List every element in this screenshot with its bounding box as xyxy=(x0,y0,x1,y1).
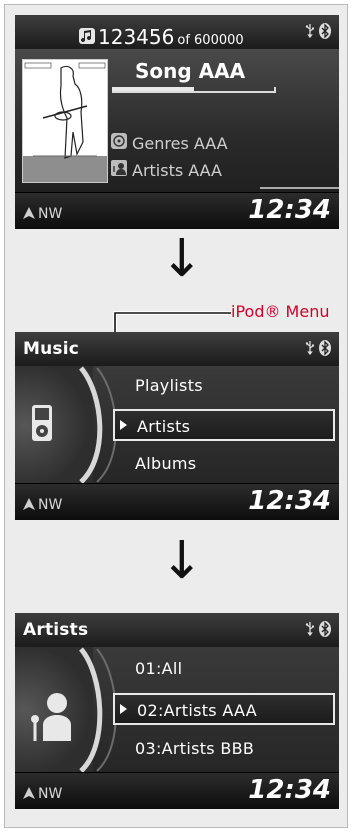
menu-content: 01:All 02:Artists AAA 03:Artists BBB xyxy=(15,647,339,773)
status-bar: 123456 of 600000 xyxy=(15,15,339,49)
menu-item-label: Playlists xyxy=(135,376,203,395)
bottom-bar: NW 12:34 xyxy=(15,483,339,520)
artist-row: Artists AAA xyxy=(111,160,222,180)
artists-menu-screen: Artists 01:All 02:Artists AAA 03:Artists… xyxy=(15,613,339,809)
usb-icon xyxy=(305,621,315,637)
bluetooth-icon xyxy=(319,621,331,637)
progress-bar xyxy=(112,87,276,94)
menu-item-playlists[interactable]: Playlists xyxy=(125,370,335,402)
compass: NW xyxy=(23,204,62,223)
ipod-icon xyxy=(31,404,53,446)
compass-heading: NW xyxy=(38,205,63,222)
menu-item-albums[interactable]: Albums xyxy=(125,448,335,480)
menu-content: Playlists Artists Albums xyxy=(15,366,339,484)
clock: 12:34 xyxy=(248,775,331,805)
menu-item-label: 02:Artists AAA xyxy=(137,701,257,720)
genre-row: Genres AAA xyxy=(111,133,228,153)
bluetooth-icon xyxy=(319,23,331,39)
menu-item-label: Albums xyxy=(135,454,197,473)
bluetooth-icon xyxy=(319,340,331,356)
menu-item-artists[interactable]: Artists xyxy=(113,409,335,441)
menu-item-artists-bbb[interactable]: 03:Artists BBB xyxy=(125,733,335,765)
compass: NW xyxy=(23,495,62,514)
compass-heading: NW xyxy=(38,496,63,513)
artist-label: Artists AAA xyxy=(132,160,222,180)
callout-label: iPod® Menu xyxy=(231,302,330,321)
down-arrow-icon: ↓ xyxy=(160,531,204,591)
compass: NW xyxy=(23,784,62,803)
menu-item-all[interactable]: 01:All xyxy=(125,653,335,685)
clock: 12:34 xyxy=(248,195,331,225)
genre-label: Genres AAA xyxy=(132,133,228,153)
now-playing-screen: 123456 of 600000 Song AAA Genres AAA Art… xyxy=(15,15,339,229)
track-number: 123456 xyxy=(98,25,175,49)
selection-arrow-icon xyxy=(120,704,127,714)
music-menu-screen: Music Playlists Artists Albums NW 12:34 xyxy=(15,332,339,520)
selection-arrow-icon xyxy=(120,420,127,430)
track-counter: 123456 of 600000 xyxy=(79,25,244,49)
menu-item-label: 03:Artists BBB xyxy=(135,739,255,758)
title-bar: Music xyxy=(15,332,339,366)
bottom-bar: NW 12:34 xyxy=(15,192,339,229)
usb-icon xyxy=(305,340,315,356)
menu-item-label: Artists xyxy=(137,417,191,436)
compass-heading: NW xyxy=(38,785,63,802)
album-art xyxy=(22,59,108,183)
person-microphone-icon xyxy=(27,691,75,745)
song-title: Song AAA xyxy=(135,59,246,83)
artist-icon xyxy=(111,160,127,180)
bottom-bar: NW 12:34 xyxy=(15,772,339,809)
genre-icon xyxy=(111,133,127,153)
clock: 12:34 xyxy=(248,486,331,516)
menu-item-label: 01:All xyxy=(135,659,183,678)
music-note-icon xyxy=(79,28,95,48)
divider xyxy=(260,187,339,189)
compass-arrow-icon xyxy=(23,784,35,803)
track-total: of 600000 xyxy=(177,33,244,48)
screen-title: Music xyxy=(23,339,80,359)
menu-item-artists-aaa[interactable]: 02:Artists AAA xyxy=(113,693,335,725)
down-arrow-icon: ↓ xyxy=(160,229,204,289)
usb-icon xyxy=(305,23,315,39)
screen-title: Artists xyxy=(23,620,89,640)
title-bar: Artists xyxy=(15,613,339,647)
compass-arrow-icon xyxy=(23,204,35,223)
progress-fill xyxy=(112,87,194,91)
compass-arrow-icon xyxy=(23,495,35,514)
